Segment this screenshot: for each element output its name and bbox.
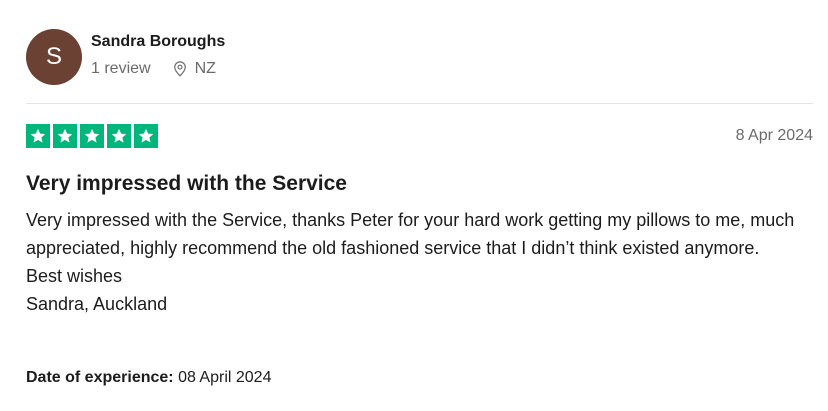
reviewer-name[interactable]: Sandra Boroughs [91,33,225,51]
review-paragraph: Very impressed with the Service, thanks … [26,210,795,258]
avatar-initial: S [45,43,62,70]
star-icon [26,124,50,148]
location-pin-icon [171,60,189,78]
experience-label: Date of experience: [26,369,174,386]
date-of-experience: Date of experience: 08 April 2024 [26,369,271,387]
review-signature: Sandra, Auckland [26,294,168,314]
review-date: 8 Apr 2024 [735,127,813,144]
star-icon [107,124,131,148]
star-icon [53,124,77,148]
avatar[interactable]: S [26,29,82,85]
star-icon [80,124,104,148]
review-card: S Sandra Boroughs 1 review NZ 8 Apr 2024… [26,0,813,411]
review-body: Very impressed with the Service, thanks … [26,206,816,318]
experience-date: 08 April 2024 [178,369,272,386]
star-icon [134,124,158,148]
divider [26,103,813,104]
review-closing: Best wishes [26,266,123,286]
review-title[interactable]: Very impressed with the Service [26,172,347,196]
review-count: 1 review [91,60,151,77]
reviewer-meta: 1 review NZ [91,60,216,78]
reviewer-country: NZ [194,60,216,77]
star-rating [26,124,158,148]
